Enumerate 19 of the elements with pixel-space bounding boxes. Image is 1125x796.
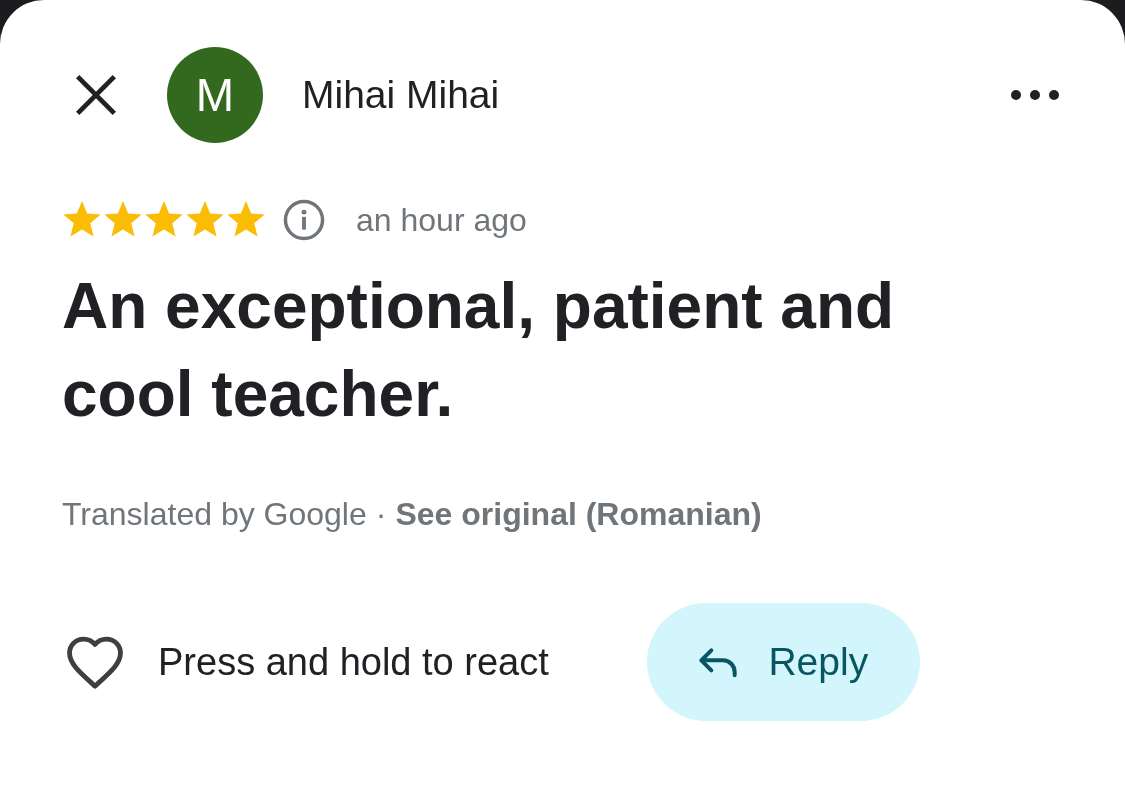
star-icon <box>185 201 225 239</box>
author-name: Mihai Mihai <box>302 71 500 118</box>
review-time: an hour ago <box>356 201 527 240</box>
close-icon <box>74 73 118 117</box>
avatar: M <box>167 47 263 143</box>
star-icon <box>62 201 102 239</box>
review-text: An exceptional, patient and cool teacher. <box>62 269 896 432</box>
star-icon <box>103 201 143 239</box>
more-options-icon <box>1011 90 1059 100</box>
heart-icon[interactable] <box>64 634 126 690</box>
reply-button[interactable]: Reply <box>646 603 920 721</box>
star-icon <box>226 201 266 239</box>
see-original-link[interactable]: See original (Romanian) <box>395 494 762 534</box>
react-hint: Press and hold to react <box>158 639 549 685</box>
info-icon[interactable] <box>283 199 325 241</box>
star-icon <box>144 201 184 239</box>
translation-note: Translated by Google <box>62 495 367 534</box>
reply-arrow-icon <box>698 645 739 679</box>
separator-dot: · <box>375 495 387 534</box>
